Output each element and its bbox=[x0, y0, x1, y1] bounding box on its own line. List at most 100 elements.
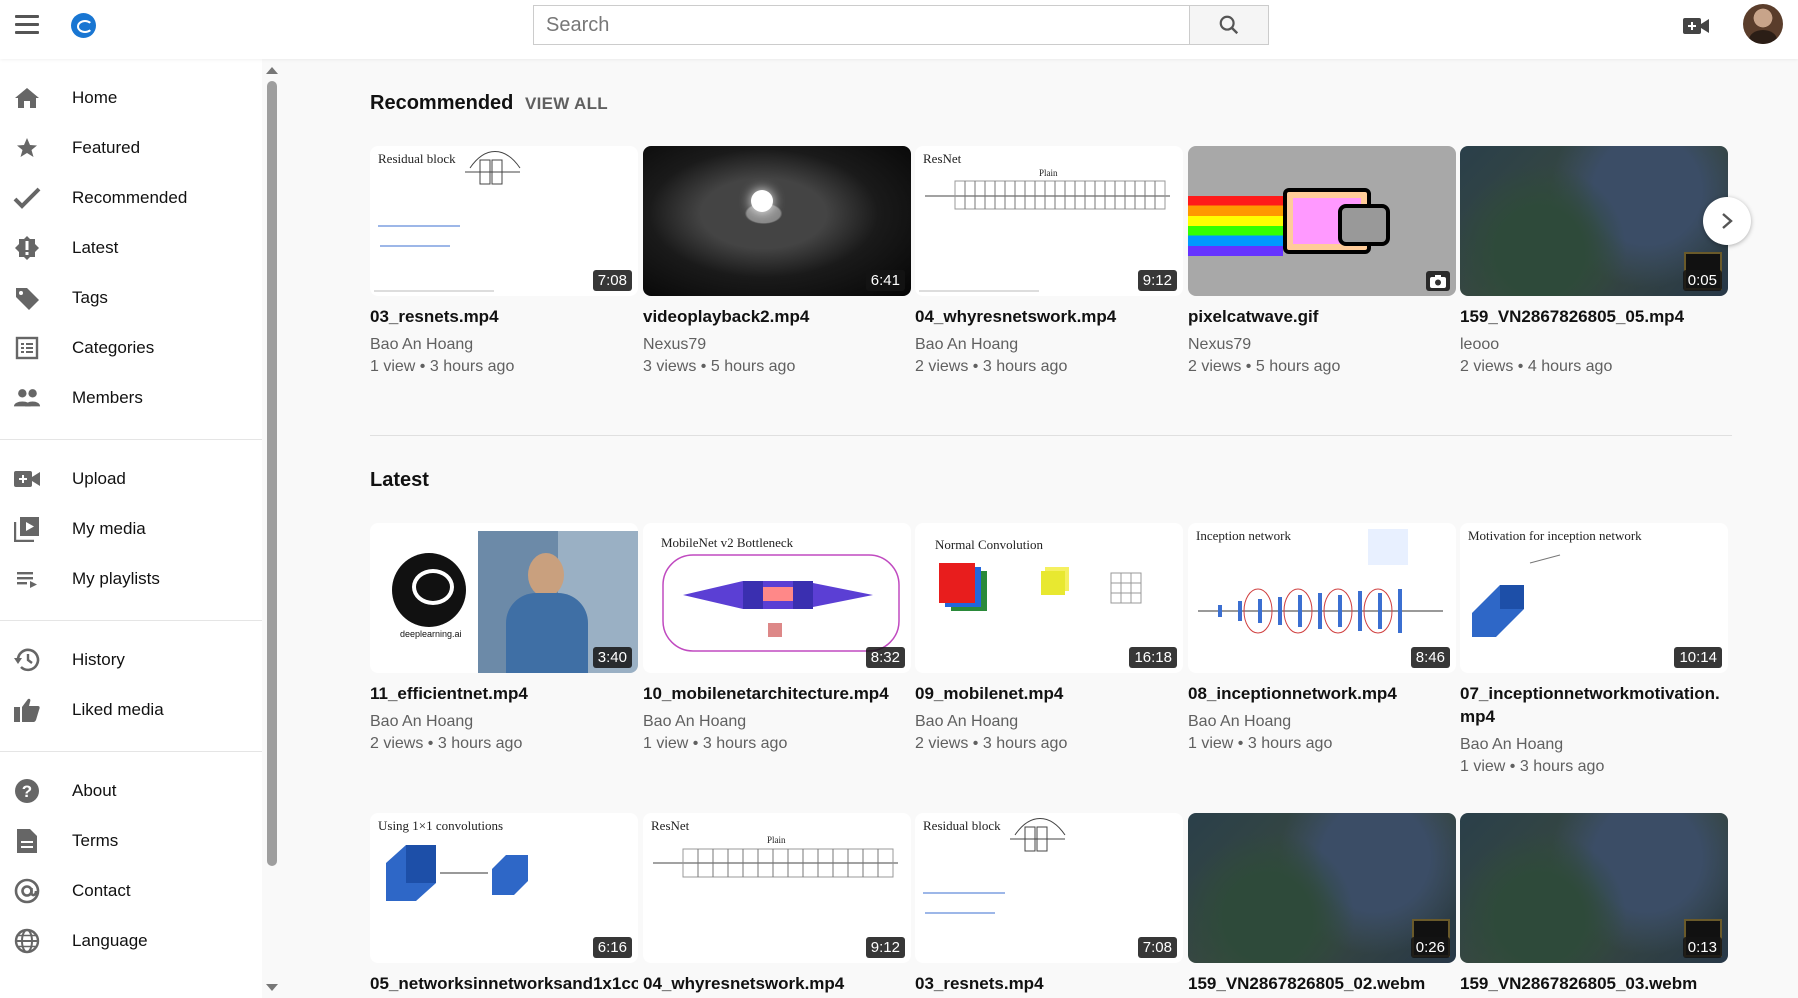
video-thumbnail[interactable]: Residual block 7:08 bbox=[370, 146, 638, 296]
sidebar-item-label: Liked media bbox=[72, 700, 164, 719]
card-meta: 2 views • 3 hours ago bbox=[370, 735, 523, 752]
card-title[interactable]: pixelcatwave.gif bbox=[1188, 305, 1456, 328]
media-card[interactable]: 0:05 159_VN2867826805_05.mp4 leooo 2 vie… bbox=[1460, 146, 1728, 376]
video-thumbnail[interactable]: Normal Convolution 16:18 bbox=[915, 523, 1183, 673]
sidebar-item-liked-media[interactable]: Liked media bbox=[0, 686, 262, 734]
people-icon bbox=[13, 385, 41, 411]
home-icon bbox=[13, 85, 41, 111]
sidebar-item-my-media[interactable]: My media bbox=[0, 505, 262, 553]
card-author[interactable]: Bao An Hoang bbox=[1460, 736, 1728, 754]
card-title[interactable]: 04_whyresnetswork.mp4 bbox=[643, 972, 911, 995]
card-title[interactable]: 09_mobilenet.mp4 bbox=[915, 682, 1183, 705]
video-thumbnail[interactable]: 0:26 bbox=[1188, 813, 1456, 963]
card-author[interactable]: Bao An Hoang bbox=[370, 336, 638, 354]
card-author[interactable]: leooo bbox=[1460, 336, 1728, 354]
svg-text:?: ? bbox=[22, 782, 32, 801]
media-card[interactable]: deeplearning.ai 3:40 11_efficientnet.mp4… bbox=[370, 523, 638, 753]
search-button[interactable] bbox=[1189, 5, 1269, 45]
media-card[interactable]: MobileNet v2 Bottleneck 8:32 10_mobilene… bbox=[643, 523, 911, 753]
card-title[interactable]: 04_whyresnetswork.mp4 bbox=[915, 305, 1183, 328]
card-author[interactable]: Bao An Hoang bbox=[915, 336, 1183, 354]
card-title[interactable]: 03_resnets.mp4 bbox=[915, 972, 1183, 995]
avatar[interactable] bbox=[1743, 4, 1783, 44]
card-title[interactable]: 159_VN2867826805_03.webm bbox=[1460, 972, 1728, 995]
card-author[interactable]: Nexus79 bbox=[1188, 336, 1456, 354]
playlist-icon bbox=[13, 566, 41, 592]
star-icon bbox=[13, 135, 41, 161]
section-divider bbox=[370, 435, 1732, 436]
card-author[interactable]: Nexus79 bbox=[643, 336, 911, 354]
media-card[interactable]: Motivation for inception network 10:14 0… bbox=[1460, 523, 1728, 776]
alert-badge-icon bbox=[13, 235, 41, 261]
sidebar-item-history[interactable]: History bbox=[0, 636, 262, 684]
video-thumbnail[interactable]: deeplearning.ai 3:40 bbox=[370, 523, 638, 673]
duration-badge: 16:18 bbox=[1129, 647, 1177, 668]
video-thumbnail[interactable]: 6:41 bbox=[643, 146, 911, 296]
card-author[interactable]: Bao An Hoang bbox=[370, 713, 638, 731]
card-author[interactable]: Bao An Hoang bbox=[1188, 713, 1456, 731]
card-title[interactable]: 10_mobilenetarchitecture.mp4 bbox=[643, 682, 911, 705]
video-thumbnail[interactable]: Motivation for inception network 10:14 bbox=[1460, 523, 1728, 673]
card-title[interactable]: videoplayback2.mp4 bbox=[643, 305, 911, 328]
site-logo[interactable] bbox=[71, 13, 96, 38]
sidebar-item-featured[interactable]: Featured bbox=[0, 124, 262, 172]
search-input[interactable] bbox=[533, 5, 1189, 45]
sidebar-item-tags[interactable]: Tags bbox=[0, 274, 262, 322]
media-card[interactable]: pixelcatwave.gif Nexus79 2 views • 5 hou… bbox=[1188, 146, 1456, 376]
card-title[interactable]: 159_VN2867826805_05.mp4 bbox=[1460, 305, 1728, 328]
media-card[interactable]: ResNet Plain 9:12 04_whyresnetswork.mp4 … bbox=[915, 146, 1183, 376]
video-thumbnail[interactable]: ResNet Plain 9:12 bbox=[915, 146, 1183, 296]
scroll-down-arrow-icon[interactable] bbox=[266, 984, 278, 991]
sidebar-scrollbar[interactable] bbox=[262, 59, 282, 998]
media-card[interactable]: ResNet Plain 9:12 04_whyresnetswork.mp4 bbox=[643, 813, 911, 995]
media-card[interactable]: 6:41 videoplayback2.mp4 Nexus79 3 views … bbox=[643, 146, 911, 376]
card-title[interactable]: 05_networksinnetworksand1x1co bbox=[370, 972, 638, 995]
sidebar-item-members[interactable]: Members bbox=[0, 374, 262, 422]
sidebar-item-about[interactable]: ? About bbox=[0, 767, 262, 815]
card-author[interactable]: Bao An Hoang bbox=[643, 713, 911, 731]
media-card[interactable]: Residual block 7:08 03_resnets.mp4 bbox=[915, 813, 1183, 995]
sidebar-item-latest[interactable]: Latest bbox=[0, 224, 262, 272]
view-all-link[interactable]: VIEW ALL bbox=[525, 94, 608, 114]
image-thumbnail[interactable] bbox=[1188, 146, 1456, 296]
sidebar-item-language[interactable]: Language bbox=[0, 917, 262, 965]
cat-face-graphic bbox=[1338, 204, 1390, 246]
sidebar-item-label: Language bbox=[72, 931, 148, 950]
video-thumbnail[interactable]: MobileNet v2 Bottleneck 8:32 bbox=[643, 523, 911, 673]
media-card[interactable]: Using 1×1 convolutions 6:16 05_networksi… bbox=[370, 813, 638, 995]
video-thumbnail[interactable]: ResNet Plain 9:12 bbox=[643, 813, 911, 963]
card-author[interactable]: Bao An Hoang bbox=[915, 713, 1183, 731]
upload-video-icon[interactable] bbox=[1682, 14, 1710, 38]
sidebar-item-terms[interactable]: Terms bbox=[0, 817, 262, 865]
sidebar-item-upload[interactable]: Upload bbox=[0, 455, 262, 503]
sidebar-item-categories[interactable]: Categories bbox=[0, 324, 262, 372]
sidebar-item-my-playlists[interactable]: My playlists bbox=[0, 555, 262, 603]
scroll-thumb[interactable] bbox=[267, 81, 277, 866]
duration-badge: 0:13 bbox=[1682, 937, 1722, 958]
video-thumbnail[interactable]: 0:05 bbox=[1460, 146, 1728, 296]
media-card[interactable]: Inception network 8:46 08_inceptionnetwo… bbox=[1188, 523, 1456, 753]
sidebar-item-label: Featured bbox=[72, 138, 141, 157]
sidebar-item-recommended[interactable]: Recommended bbox=[0, 174, 262, 222]
menu-icon[interactable] bbox=[12, 10, 42, 40]
video-add-icon bbox=[13, 466, 41, 492]
card-title[interactable]: 11_efficientnet.mp4 bbox=[370, 682, 638, 705]
card-title[interactable]: 08_inceptionnetwork.mp4 bbox=[1188, 682, 1456, 705]
sidebar-item-home[interactable]: Home bbox=[0, 74, 262, 122]
sidebar-item-label: Categories bbox=[72, 338, 155, 357]
sidebar-item-contact[interactable]: Contact bbox=[0, 867, 262, 915]
video-thumbnail[interactable]: Using 1×1 convolutions 6:16 bbox=[370, 813, 638, 963]
video-thumbnail[interactable]: 0:13 bbox=[1460, 813, 1728, 963]
card-meta: 1 view • 3 hours ago bbox=[1460, 758, 1605, 775]
media-card[interactable]: Residual block 7:08 03_resnets.mp4 Bao A… bbox=[370, 146, 638, 376]
video-thumbnail[interactable]: Residual block 7:08 bbox=[915, 813, 1183, 963]
video-thumbnail[interactable]: Inception network 8:46 bbox=[1188, 523, 1456, 673]
media-card[interactable]: Normal Convolution 16:18 09_mobilenet.mp… bbox=[915, 523, 1183, 753]
card-title[interactable]: 159_VN2867826805_02.webm bbox=[1188, 972, 1456, 995]
media-card[interactable]: 0:13 159_VN2867826805_03.webm bbox=[1460, 813, 1728, 995]
card-title[interactable]: 07_inceptionnetworkmotivation.mp4 bbox=[1460, 682, 1728, 728]
scroll-up-arrow-icon[interactable] bbox=[266, 67, 278, 74]
carousel-next-button[interactable] bbox=[1703, 197, 1751, 245]
media-card[interactable]: 0:26 159_VN2867826805_02.webm bbox=[1188, 813, 1456, 995]
card-title[interactable]: 03_resnets.mp4 bbox=[370, 305, 638, 328]
